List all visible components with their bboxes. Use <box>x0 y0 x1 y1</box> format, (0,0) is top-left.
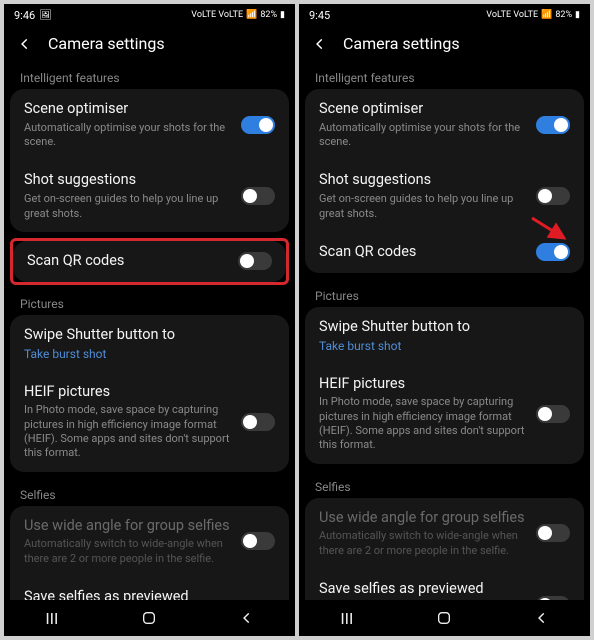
row-scene-optimiser[interactable]: Scene optimiser Automatically optimise y… <box>10 89 289 160</box>
section-selfies: Selfies <box>305 470 584 498</box>
toggle-shot-suggestions[interactable] <box>241 187 275 205</box>
page-title: Camera settings <box>343 34 460 53</box>
row-value: Take burst shot <box>24 347 265 361</box>
card-intelligent: Scene optimiser Automatically optimise y… <box>10 89 289 232</box>
card-intelligent: Scene optimiser Automatically optimise y… <box>305 89 584 273</box>
battery-icon: ▮ <box>280 10 285 20</box>
recents-icon[interactable]: III <box>45 609 58 628</box>
row-shot-suggestions[interactable]: Shot suggestions Get on-screen guides to… <box>10 160 289 231</box>
row-title: Scene optimiser <box>24 100 231 119</box>
battery-icon: ▮ <box>575 10 580 20</box>
back-icon[interactable] <box>311 35 329 53</box>
section-intelligent: Intelligent features <box>10 61 289 89</box>
toggle-heif[interactable] <box>241 413 275 431</box>
row-desc: Get on-screen guides to help you line up… <box>319 192 526 221</box>
row-title: Scan QR codes <box>27 252 228 271</box>
row-desc: Automatically switch to wide-angle when … <box>319 529 526 558</box>
settings-content[interactable]: Intelligent features Scene optimiser Aut… <box>299 61 590 600</box>
card-pictures: Swipe Shutter button to Take burst shot … <box>305 307 584 464</box>
status-signal: VoLTE VoLTE <box>486 10 538 20</box>
status-time: 9:46 <box>14 9 35 22</box>
settings-content[interactable]: Intelligent features Scene optimiser Aut… <box>4 61 295 600</box>
row-heif-pictures[interactable]: HEIF pictures In Photo mode, save space … <box>10 372 289 472</box>
header: Camera settings <box>299 26 590 61</box>
toggle-save-selfies[interactable] <box>536 596 570 600</box>
row-title: Use wide angle for group selfies <box>319 509 526 528</box>
toggle-shot-suggestions[interactable] <box>536 187 570 205</box>
section-pictures: Pictures <box>10 287 289 315</box>
row-desc: Get on-screen guides to help you line up… <box>24 192 231 221</box>
row-desc: In Photo mode, save space by capturing p… <box>24 403 231 460</box>
row-title: Scan QR codes <box>319 243 526 262</box>
toggle-scene-optimiser[interactable] <box>241 116 275 134</box>
row-swipe-shutter[interactable]: Swipe Shutter button to Take burst shot <box>10 315 289 372</box>
home-icon[interactable] <box>436 610 452 626</box>
phone-left: 9:46 🖼 VoLTE VoLTE 📶 82% ▮ Camera settin… <box>4 4 295 636</box>
row-heif-pictures[interactable]: HEIF pictures In Photo mode, save space … <box>305 364 584 464</box>
row-title: Save selfies as previewed <box>24 588 231 600</box>
page-title: Camera settings <box>48 34 165 53</box>
back-nav-icon[interactable] <box>535 611 549 625</box>
row-shot-suggestions[interactable]: Shot suggestions Get on-screen guides to… <box>305 160 584 231</box>
row-save-selfies-previewed[interactable]: Save selfies as previewed Save selfies a… <box>10 577 289 600</box>
row-swipe-shutter[interactable]: Swipe Shutter button to Take burst shot <box>305 307 584 364</box>
nav-bar: III <box>299 600 590 636</box>
row-title: HEIF pictures <box>319 375 526 394</box>
status-signal: VoLTE VoLTE <box>191 10 243 20</box>
row-desc: In Photo mode, save space by capturing p… <box>319 395 526 452</box>
row-title: HEIF pictures <box>24 383 231 402</box>
status-battery: 82% <box>555 10 572 20</box>
row-desc: Automatically optimise your shots for th… <box>24 121 231 150</box>
toggle-wide-angle[interactable] <box>241 532 275 550</box>
toggle-heif[interactable] <box>536 405 570 423</box>
row-title: Swipe Shutter button to <box>319 318 560 337</box>
row-desc: Automatically optimise your shots for th… <box>319 121 526 150</box>
section-pictures: Pictures <box>305 279 584 307</box>
row-title: Swipe Shutter button to <box>24 326 265 345</box>
picture-icon: 🖼 <box>39 10 52 21</box>
card-selfies: Use wide angle for group selfies Automat… <box>305 498 584 600</box>
toggle-wide-angle[interactable] <box>536 524 570 542</box>
signal-icon: 📶 <box>246 10 257 20</box>
row-title: Shot suggestions <box>319 171 526 190</box>
row-save-selfies-previewed[interactable]: Save selfies as previewed Save selfies a… <box>305 569 584 600</box>
row-value: Take burst shot <box>319 339 560 353</box>
row-desc: Automatically switch to wide-angle when … <box>24 537 231 566</box>
section-intelligent: Intelligent features <box>305 61 584 89</box>
nav-bar: III <box>4 600 295 636</box>
row-title: Shot suggestions <box>24 171 231 190</box>
toggle-scan-qr[interactable] <box>536 243 570 261</box>
row-title: Scene optimiser <box>319 100 526 119</box>
row-title: Save selfies as previewed <box>319 580 526 599</box>
toggle-scan-qr[interactable] <box>238 252 272 270</box>
signal-icon: 📶 <box>541 10 552 20</box>
status-bar: 9:46 🖼 VoLTE VoLTE 📶 82% ▮ <box>4 4 295 26</box>
row-scene-optimiser[interactable]: Scene optimiser Automatically optimise y… <box>305 89 584 160</box>
row-wide-angle-selfies[interactable]: Use wide angle for group selfies Automat… <box>10 506 289 577</box>
back-icon[interactable] <box>16 35 34 53</box>
status-bar: 9:45 VoLTE VoLTE 📶 82% ▮ <box>299 4 590 26</box>
phone-right: 9:45 VoLTE VoLTE 📶 82% ▮ Camera settings… <box>299 4 590 636</box>
card-qr: Scan QR codes <box>13 241 286 282</box>
recents-icon[interactable]: III <box>340 609 353 628</box>
card-pictures: Swipe Shutter button to Take burst shot … <box>10 315 289 472</box>
header: Camera settings <box>4 26 295 61</box>
row-wide-angle-selfies[interactable]: Use wide angle for group selfies Automat… <box>305 498 584 569</box>
home-icon[interactable] <box>141 610 157 626</box>
highlight-scan-qr: Scan QR codes <box>10 238 289 285</box>
status-time: 9:45 <box>309 9 330 22</box>
row-title: Use wide angle for group selfies <box>24 517 231 536</box>
row-scan-qr-codes[interactable]: Scan QR codes <box>13 241 286 282</box>
card-selfies: Use wide angle for group selfies Automat… <box>10 506 289 600</box>
toggle-scene-optimiser[interactable] <box>536 116 570 134</box>
status-battery: 82% <box>260 10 277 20</box>
row-scan-qr-codes[interactable]: Scan QR codes <box>305 232 584 273</box>
back-nav-icon[interactable] <box>240 611 254 625</box>
section-selfies: Selfies <box>10 478 289 506</box>
